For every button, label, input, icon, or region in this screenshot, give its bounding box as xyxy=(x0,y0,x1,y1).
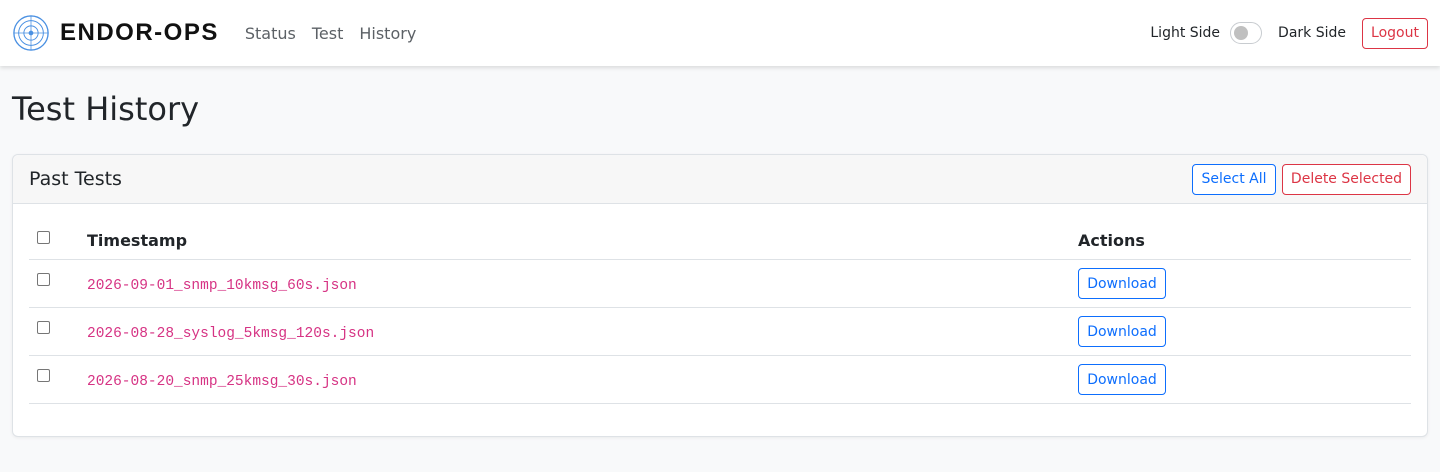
logout-button[interactable]: Logout xyxy=(1362,17,1428,49)
row-checkbox[interactable] xyxy=(37,273,50,286)
table-row: 2026-09-01_snmp_10kmsg_60s.json Download xyxy=(29,260,1411,308)
select-all-button[interactable]: Select All xyxy=(1192,163,1276,195)
actions-cell: Download xyxy=(1078,268,1411,299)
download-button[interactable]: Download xyxy=(1078,364,1166,395)
nav-links: Status Test History xyxy=(245,24,432,43)
brand-name: ENDOR-OPS xyxy=(60,19,219,46)
endor-logo-icon xyxy=(13,15,49,51)
tests-table: Timestamp Actions 2026-09-01_snmp_10kmsg… xyxy=(29,221,1411,404)
download-button[interactable]: Download xyxy=(1078,316,1166,347)
select-all-checkbox[interactable] xyxy=(37,230,50,244)
actions-cell: Download xyxy=(1078,316,1411,347)
theme-toggle-knob xyxy=(1234,26,1249,40)
page-title: Test History xyxy=(12,90,200,128)
past-tests-card: Past Tests Select All Delete Selected Ti… xyxy=(12,154,1428,437)
row-checkbox-cell xyxy=(29,321,87,334)
actions-column-header: Actions xyxy=(1078,230,1145,250)
navbar: ENDOR-OPS Status Test History Light Side… xyxy=(0,0,1440,66)
timestamp-column-header: Timestamp xyxy=(87,230,188,250)
dark-side-label: Dark Side xyxy=(1278,25,1346,41)
header-checkbox-cell xyxy=(29,230,87,244)
delete-selected-button[interactable]: Delete Selected xyxy=(1282,163,1411,195)
nav-link-status[interactable]: Status xyxy=(245,24,296,43)
test-filename: 2026-09-01_snmp_10kmsg_60s.json xyxy=(87,277,357,294)
light-side-label: Light Side xyxy=(1150,25,1221,41)
nav-right: Light Side Dark Side Logout xyxy=(1150,17,1428,49)
card-title: Past Tests xyxy=(29,168,122,190)
test-filename: 2026-08-20_snmp_25kmsg_30s.json xyxy=(87,373,357,390)
row-checkbox-cell xyxy=(29,273,87,286)
header-actions: Select All Delete Selected xyxy=(1192,163,1411,195)
download-button[interactable]: Download xyxy=(1078,268,1166,299)
theme-toggle[interactable] xyxy=(1230,22,1263,44)
row-checkbox[interactable] xyxy=(37,321,50,334)
timestamp-cell: 2026-08-20_snmp_25kmsg_30s.json xyxy=(87,370,1078,390)
brand[interactable]: ENDOR-OPS xyxy=(12,14,219,52)
row-checkbox[interactable] xyxy=(37,369,50,382)
table-row: 2026-08-20_snmp_25kmsg_30s.json Download xyxy=(29,356,1411,404)
card-header: Past Tests Select All Delete Selected xyxy=(13,155,1427,204)
timestamp-cell: 2026-08-28_syslog_5kmsg_120s.json xyxy=(87,322,1078,342)
test-filename: 2026-08-28_syslog_5kmsg_120s.json xyxy=(87,325,375,342)
table-header-row: Timestamp Actions xyxy=(29,221,1411,260)
timestamp-cell: 2026-09-01_snmp_10kmsg_60s.json xyxy=(87,274,1078,294)
nav-link-history[interactable]: History xyxy=(359,24,416,43)
row-checkbox-cell xyxy=(29,369,87,382)
nav-link-test[interactable]: Test xyxy=(312,24,344,43)
table-row: 2026-08-28_syslog_5kmsg_120s.json Downlo… xyxy=(29,308,1411,356)
actions-cell: Download xyxy=(1078,364,1411,395)
